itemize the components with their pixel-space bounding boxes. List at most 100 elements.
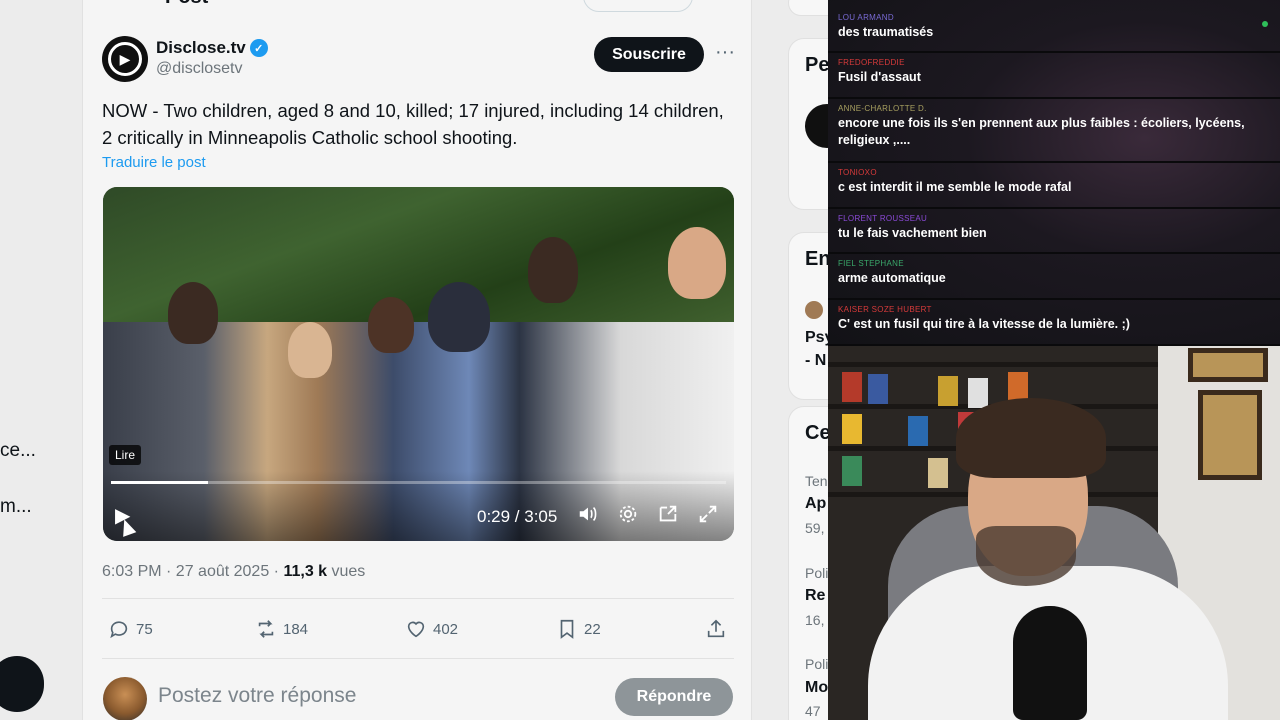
sidebar-heading: Ce bbox=[805, 422, 831, 444]
heart-icon bbox=[407, 621, 425, 638]
reply-input[interactable]: Postez votre réponse bbox=[158, 684, 356, 708]
translate-link[interactable]: Traduire le post bbox=[102, 154, 206, 171]
author-name[interactable]: Disclose.tv bbox=[156, 38, 246, 58]
verified-badge-icon: ✓ bbox=[249, 39, 268, 57]
shelf-item bbox=[938, 376, 958, 406]
left-nav: ce... m... bbox=[0, 0, 82, 720]
shelf-item bbox=[968, 378, 988, 408]
live-avatar[interactable] bbox=[805, 301, 823, 319]
post-timestamp[interactable]: 6:03 PM · 27 août 2025 · bbox=[102, 563, 283, 580]
page-title: Post bbox=[165, 0, 208, 9]
shelf-item bbox=[842, 456, 862, 486]
webcam-overlay bbox=[828, 346, 1280, 720]
repost-count: 184 bbox=[283, 620, 309, 638]
shelf-item bbox=[842, 414, 862, 444]
shelf bbox=[828, 362, 1158, 367]
chat-username: FREDOFREDDIE bbox=[838, 58, 905, 67]
header-pill-button[interactable] bbox=[583, 0, 693, 12]
trend-category: Poli bbox=[805, 565, 829, 581]
reply-action[interactable]: 75 bbox=[108, 618, 153, 640]
sidebar-heading: Pe bbox=[805, 54, 830, 76]
video-person bbox=[528, 237, 578, 303]
reply-submit-button[interactable]: Répondre bbox=[615, 678, 733, 716]
chat-username: LOU ARMAND bbox=[838, 13, 894, 22]
fullscreen-icon[interactable] bbox=[696, 503, 720, 527]
post-compose-button[interactable] bbox=[0, 656, 44, 712]
microphone bbox=[1013, 606, 1087, 720]
streamer-beard bbox=[976, 526, 1076, 586]
bookmark-count: 22 bbox=[584, 620, 601, 638]
online-indicator-icon bbox=[1262, 21, 1268, 27]
chat-message: ANNE-CHARLOTTE D. encore une fois ils s'… bbox=[828, 99, 1280, 163]
reply-count: 75 bbox=[136, 620, 153, 638]
share-action[interactable] bbox=[705, 618, 727, 640]
trend-title[interactable]: Mo bbox=[805, 679, 828, 697]
trend-count: 16, bbox=[805, 612, 825, 628]
streamer-hair bbox=[956, 398, 1106, 478]
picture-in-picture-icon[interactable] bbox=[656, 503, 680, 527]
video-progress-fill bbox=[111, 481, 208, 484]
right-sidebar: Pe En Psy - N Ce Ten Ap 59, Poli Re 16, … bbox=[752, 0, 849, 720]
chat-message: FLORENT ROUSSEAU tu le fais vachement bi… bbox=[828, 209, 1280, 254]
view-count: 11,3 k bbox=[283, 563, 328, 580]
chat-message: TONIOXO c est interdit il me semble le m… bbox=[828, 163, 1280, 209]
post-text: NOW - Two children, aged 8 and 10, kille… bbox=[102, 100, 724, 148]
chat-username: FIEL STEPHANE bbox=[838, 259, 904, 268]
chat-message: FREDOFREDDIE Fusil d'assaut bbox=[828, 53, 1280, 99]
repost-action[interactable]: 184 bbox=[255, 618, 308, 640]
trend-category: Poli bbox=[805, 656, 829, 672]
author-handle[interactable]: @disclosetv bbox=[156, 60, 243, 78]
video-person bbox=[168, 282, 218, 344]
shelf-item bbox=[868, 374, 888, 404]
more-options-icon[interactable]: ··· bbox=[711, 40, 739, 68]
chat-text: c est interdit il me semble le mode rafa… bbox=[838, 180, 1072, 194]
live-title[interactable]: - N bbox=[805, 352, 826, 370]
video-progress-bar[interactable] bbox=[111, 481, 726, 484]
trend-count: 47 bbox=[805, 703, 821, 719]
chat-message: LOU ARMAND des traumatisés bbox=[828, 8, 1280, 53]
video-person bbox=[668, 227, 726, 299]
trend-category: Ten bbox=[805, 473, 828, 489]
author-avatar[interactable]: ▶ bbox=[102, 36, 148, 82]
settings-gear-icon[interactable] bbox=[616, 503, 640, 527]
chat-username: KAISER SOZE HUBERT bbox=[838, 305, 932, 314]
post-detail-column: Post ▶ Disclose.tv ✓ @disclosetv Souscri… bbox=[82, 0, 752, 720]
video-time: 0:29 / 3:05 bbox=[477, 507, 558, 526]
share-icon bbox=[707, 619, 725, 638]
user-avatar[interactable] bbox=[103, 677, 147, 720]
shelf-item bbox=[908, 416, 928, 446]
views-label: vues bbox=[327, 563, 366, 580]
like-count: 402 bbox=[433, 620, 459, 638]
chat-username: ANNE-CHARLOTTE D. bbox=[838, 104, 927, 113]
bookmark-action[interactable]: 22 bbox=[556, 618, 601, 640]
stream-chat-overlay: LOU ARMAND des traumatisés FREDOFREDDIE … bbox=[828, 0, 1280, 346]
play-tooltip: Lire bbox=[109, 445, 142, 465]
wall-frame bbox=[1198, 390, 1262, 480]
trend-title[interactable]: Re bbox=[805, 587, 825, 605]
play-logo-icon: ▶ bbox=[108, 42, 142, 76]
chat-message: FIEL STEPHANE arme automatique bbox=[828, 254, 1280, 300]
reply-bubble-icon bbox=[110, 621, 128, 639]
bookmark-icon bbox=[560, 619, 574, 639]
shelf-item bbox=[842, 372, 862, 402]
trend-title[interactable]: Ap bbox=[805, 495, 826, 513]
post-meta: 6:03 PM · 27 août 2025 · 11,3 k vues bbox=[102, 563, 365, 581]
video-person bbox=[368, 297, 414, 353]
chat-text: tu le fais vachement bien bbox=[838, 226, 987, 240]
volume-icon[interactable] bbox=[576, 503, 600, 527]
divider bbox=[102, 598, 734, 599]
nav-item-fragment[interactable]: ce... bbox=[0, 440, 36, 462]
chat-text: Fusil d'assaut bbox=[838, 70, 921, 84]
chat-text: encore une fois ils s'en prennent aux pl… bbox=[838, 116, 1245, 147]
chat-text: C' est un fusil qui tire à la vitesse de… bbox=[838, 317, 1130, 331]
video-player[interactable]: Lire ▶ 0:29 / 3:05 bbox=[103, 187, 734, 541]
like-action[interactable]: 402 bbox=[405, 618, 458, 640]
trend-count: 59, bbox=[805, 520, 825, 536]
author-name-row[interactable]: Disclose.tv ✓ bbox=[156, 38, 268, 58]
video-person bbox=[288, 322, 332, 378]
nav-item-fragment[interactable]: m... bbox=[0, 496, 32, 518]
subscribe-button[interactable]: Souscrire bbox=[594, 37, 704, 72]
divider bbox=[102, 658, 734, 659]
chat-username: TONIOXO bbox=[838, 168, 877, 177]
repost-icon bbox=[258, 620, 274, 638]
